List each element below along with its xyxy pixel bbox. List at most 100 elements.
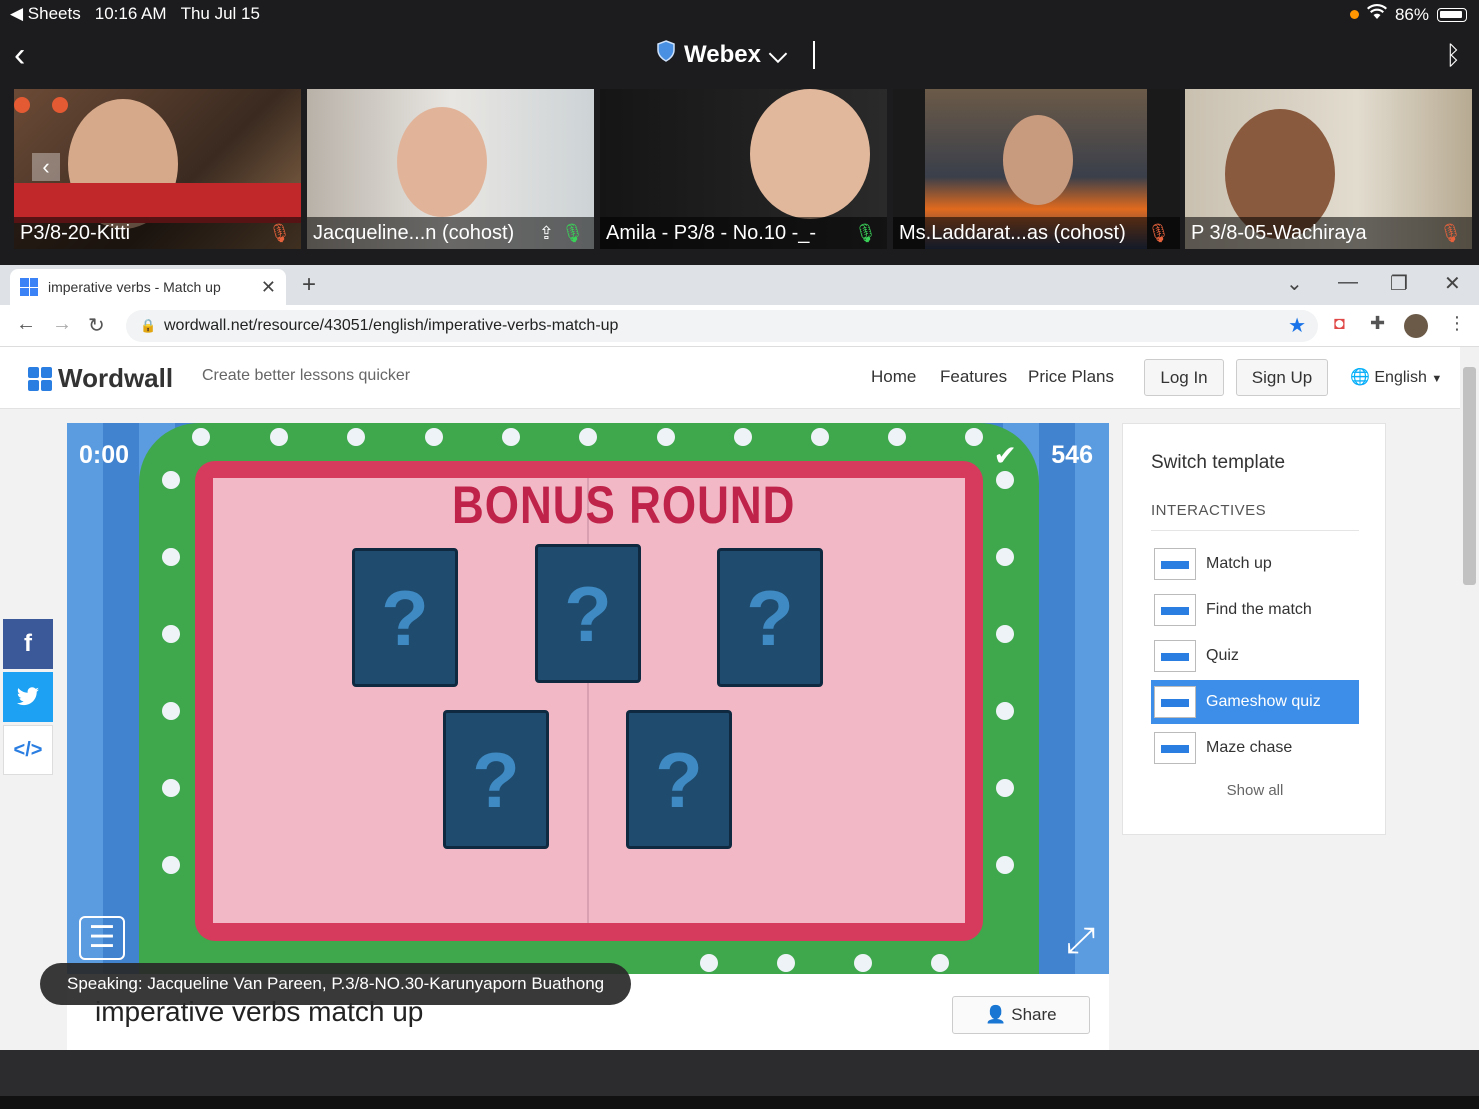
participant-tile[interactable]: Jacqueline...n (cohost) ⇪ 🎙 — [307, 89, 594, 249]
pocket-extension-icon[interactable]: ◘ — [1334, 313, 1345, 334]
facebook-share-icon[interactable]: f — [3, 619, 53, 669]
template-gameshow-quiz[interactable]: Gameshow quiz — [1151, 680, 1359, 724]
wordwall-favicon-icon — [20, 278, 38, 296]
chrome-menu-icon[interactable]: ⋮ — [1448, 313, 1466, 334]
mystery-card[interactable]: ? — [443, 710, 549, 849]
panel-section-label: INTERACTIVES — [1151, 502, 1267, 519]
mystery-card[interactable]: ? — [717, 548, 823, 687]
participant-tile[interactable]: Amila - P3/8 - No.10 -_- 🎙 — [600, 89, 887, 249]
light-bulb — [347, 428, 365, 446]
mic-muted-icon: 🎙 — [1147, 223, 1170, 243]
template-match-up[interactable]: Match up — [1151, 542, 1359, 586]
template-label: Maze chase — [1206, 739, 1293, 756]
forward-arrow-icon[interactable]: → — [52, 313, 72, 336]
light-bulb — [579, 428, 597, 446]
fullscreen-icon[interactable]: ⤢ — [1066, 919, 1095, 962]
maze-chase-thumbnail-icon — [1154, 732, 1196, 764]
light-bulb — [700, 954, 718, 972]
bluetooth-icon[interactable]: ᛒ — [1445, 40, 1461, 71]
extensions-puzzle-icon[interactable]: ✚ — [1370, 313, 1385, 334]
mystery-card[interactable]: ? — [626, 710, 732, 849]
light-bulb — [162, 856, 180, 874]
new-tab-icon[interactable]: + — [302, 271, 316, 299]
template-find-the-match[interactable]: Find the match — [1151, 588, 1359, 632]
nav-features[interactable]: Features — [940, 367, 1007, 387]
participant-tile[interactable]: Ms.Laddarat...as (cohost) 🎙 — [893, 89, 1180, 249]
restore-icon[interactable]: ❐ — [1390, 271, 1408, 296]
light-bulb — [192, 428, 210, 446]
back-arrow-icon[interactable]: ← — [16, 313, 36, 336]
nav-home[interactable]: Home — [871, 367, 916, 387]
participant-name: P 3/8-05-Wachiraya — [1185, 217, 1472, 249]
browser-tab[interactable]: imperative verbs - Match up ✕ — [10, 269, 286, 305]
address-bar[interactable]: 🔒 wordwall.net/resource/43051/english/im… — [126, 310, 1318, 342]
light-bulb — [502, 428, 520, 446]
participant-name: Amila - P3/8 - No.10 -_- — [600, 217, 887, 249]
check-icon: ✔ — [993, 440, 1017, 471]
caret-down-icon: ▼ — [1431, 373, 1443, 385]
back-chevron-icon[interactable]: ‹ — [14, 38, 25, 72]
recording-icon — [14, 97, 74, 117]
light-bulb — [996, 779, 1014, 797]
reload-icon[interactable]: ↻ — [88, 313, 105, 338]
find-the-match-thumbnail-icon — [1154, 594, 1196, 626]
language-label: English — [1374, 369, 1427, 386]
prev-page-chevron-icon[interactable]: ‹ — [32, 153, 60, 181]
close-window-icon[interactable]: ✕ — [1444, 271, 1461, 296]
quiz-thumbnail-icon — [1154, 640, 1196, 672]
bonus-round-heading: BONUS ROUND — [452, 476, 796, 535]
light-bulb — [425, 428, 443, 446]
participant-face — [1003, 115, 1073, 205]
webex-title-menu[interactable]: Webex ⌵ — [656, 40, 816, 69]
participant-tile[interactable]: ‹ P3/8-20-Kitti 🎙 — [14, 89, 301, 249]
switch-template-panel: Switch template INTERACTIVES Match up Fi… — [1122, 423, 1386, 835]
light-bulb — [162, 702, 180, 720]
participant-tile[interactable]: P 3/8-05-Wachiraya 🎙 — [1185, 89, 1472, 249]
person-icon: 👤 — [985, 1005, 1007, 1024]
signup-button[interactable]: Sign Up — [1236, 359, 1328, 396]
light-bulb — [931, 954, 949, 972]
language-select[interactable]: 🌐 English ▼ — [1350, 367, 1442, 387]
mystery-card[interactable]: ? — [352, 548, 458, 687]
mic-in-use-indicator — [1349, 10, 1359, 19]
game-score: 546 — [1051, 441, 1093, 469]
light-bulb — [996, 702, 1014, 720]
game-timer: 0:00 — [79, 441, 130, 469]
url-text: wordwall.net/resource/43051/english/impe… — [164, 317, 619, 334]
mic-muted-icon: 🎙 — [1439, 223, 1462, 243]
wordwall-logo[interactable]: Wordwall — [28, 363, 173, 394]
template-label: Find the match — [1206, 601, 1312, 618]
show-all-link[interactable]: Show all — [1123, 782, 1387, 799]
embed-code-icon[interactable]: </> — [3, 725, 53, 775]
twitter-share-icon[interactable] — [3, 672, 53, 722]
minimize-icon[interactable]: — — [1338, 271, 1358, 294]
match-up-thumbnail-icon — [1154, 548, 1196, 580]
game-menu-hamburger-icon[interactable]: ☰ — [79, 916, 125, 960]
mystery-card[interactable]: ? — [535, 544, 641, 683]
browser-tab-strip: imperative verbs - Match up ✕ + ⌄ — ❐ ✕ — [0, 265, 1479, 305]
webex-bottom-bar — [0, 1050, 1479, 1096]
close-tab-icon[interactable]: ✕ — [261, 277, 276, 298]
login-button[interactable]: Log In — [1144, 359, 1224, 396]
game-canvas[interactable]: 0:00 ✔ 546 BONUS ROUND ? ? ? ? ? ☰ ⤢ — [67, 423, 1109, 974]
scrollbar-thumb[interactable] — [1463, 367, 1476, 585]
light-bulb — [996, 625, 1014, 643]
share-button[interactable]: 👤 Share — [952, 996, 1090, 1034]
tab-search-icon[interactable]: ⌄ — [1286, 271, 1303, 296]
template-maze-chase[interactable]: Maze chase — [1151, 726, 1359, 770]
date: Thu Jul 15 — [180, 4, 260, 23]
bookmark-star-icon[interactable]: ★ — [1288, 310, 1306, 342]
back-app-label: Sheets — [27, 4, 81, 23]
profile-avatar[interactable] — [1404, 314, 1428, 338]
template-quiz[interactable]: Quiz — [1151, 634, 1359, 678]
nav-price-plans[interactable]: Price Plans — [1028, 367, 1114, 387]
logo-text: Wordwall — [58, 363, 174, 393]
battery-icon — [1437, 7, 1467, 22]
divider — [813, 40, 816, 69]
wordwall-page: Wordwall Create better lessons quicker H… — [0, 347, 1479, 1050]
tab-title: imperative verbs - Match up — [48, 279, 221, 295]
chevron-down-icon: ⌵ — [768, 40, 788, 68]
light-bulb — [162, 625, 180, 643]
page-scrollbar[interactable] — [1460, 347, 1479, 1050]
back-to-app-link[interactable]: ◀ Sheets — [10, 4, 81, 24]
